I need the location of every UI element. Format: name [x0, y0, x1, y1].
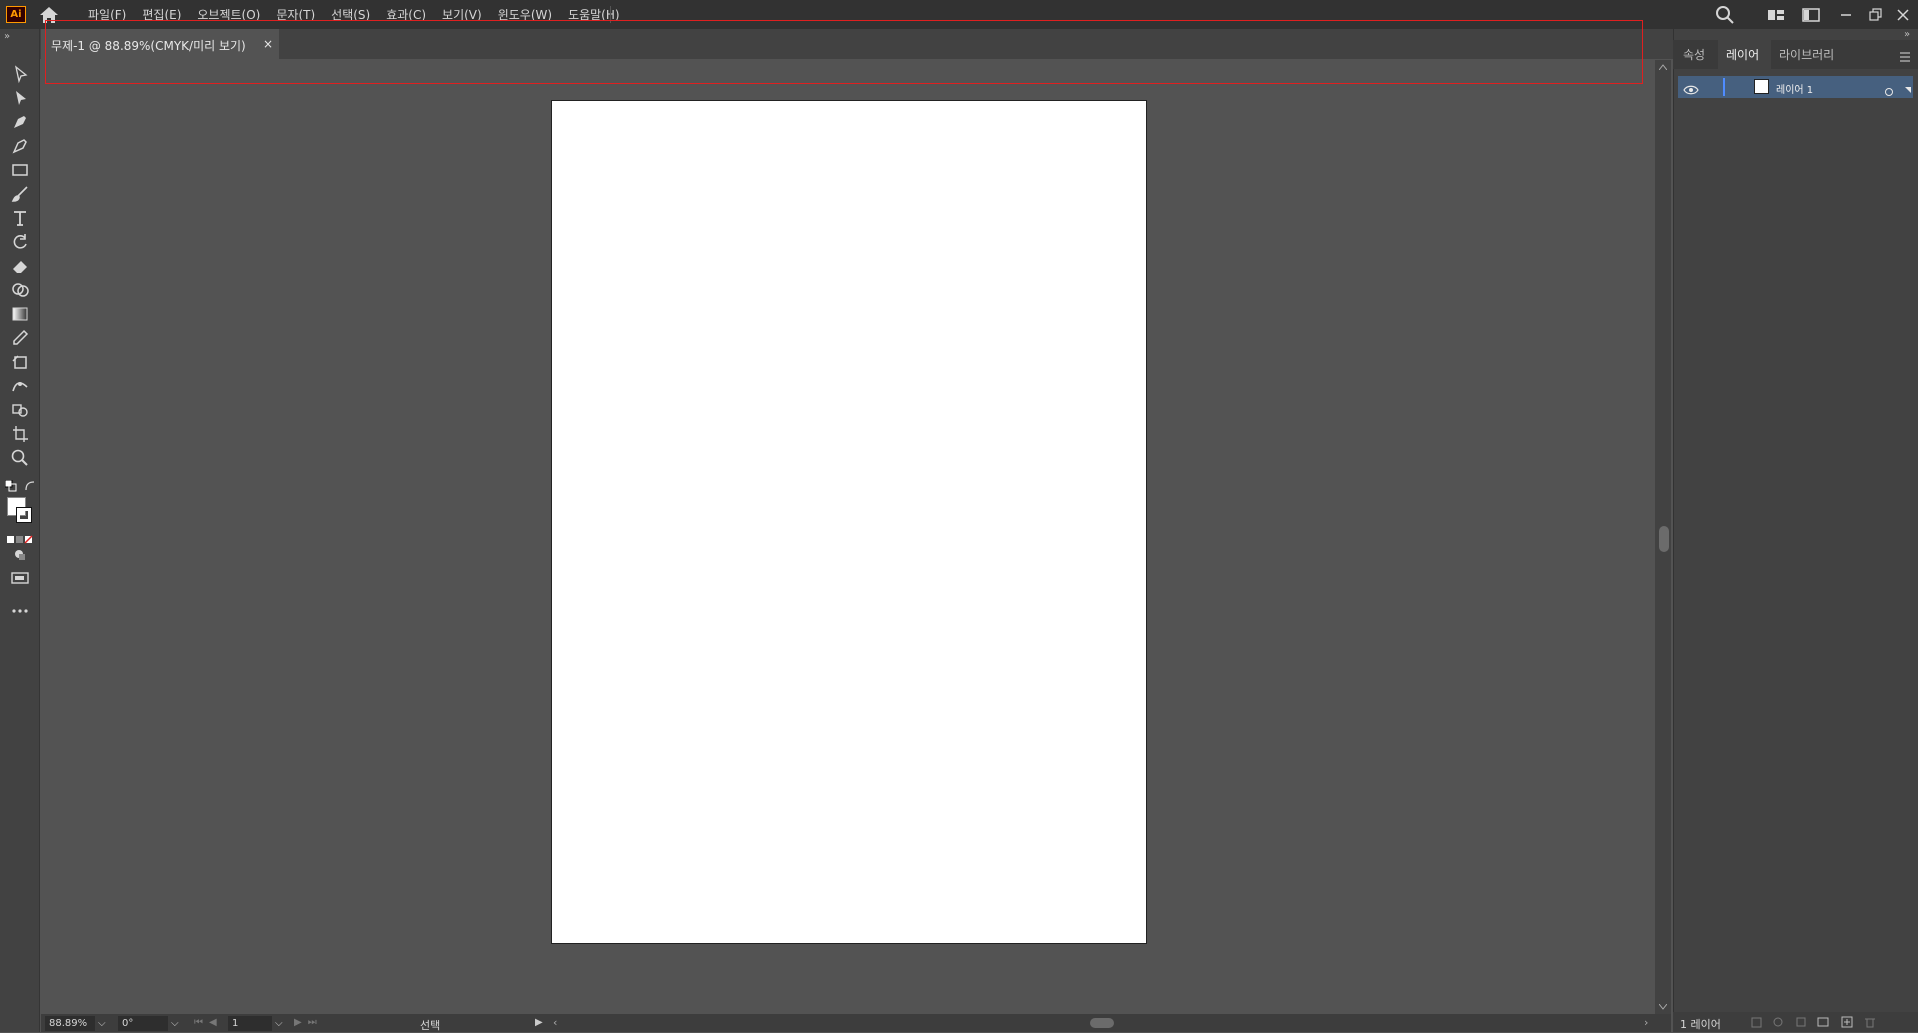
zoom-tool-icon[interactable]	[9, 447, 31, 469]
vertical-scroll-thumb[interactable]	[1659, 526, 1669, 552]
new-sublayer-icon[interactable]	[1817, 1017, 1829, 1027]
layer-footer-buttons	[1750, 1014, 1900, 1028]
selected-corner-indicator	[1905, 78, 1911, 93]
color-mode-icons[interactable]	[6, 530, 36, 544]
eyedropper-tool-icon[interactable]	[9, 327, 31, 349]
curvature-tool-icon[interactable]	[9, 135, 31, 157]
collapse-toolbar-icon[interactable]: »	[4, 31, 10, 42]
draw-mode-icon[interactable]	[9, 544, 31, 566]
visibility-eye-icon[interactable]	[1683, 81, 1699, 95]
layers-panel	[1673, 29, 1918, 1032]
status-bar	[41, 1014, 1671, 1032]
artboard[interactable]	[551, 100, 1147, 944]
selection-tool-icon[interactable]	[9, 63, 31, 85]
artboard-nav-next-icons[interactable]: ▶⏭	[294, 1017, 323, 1028]
layer-color-indicator	[1723, 78, 1725, 96]
more-tools-icon[interactable]	[9, 600, 31, 622]
restore-icon[interactable]	[1864, 4, 1886, 26]
stroke-color-swatch[interactable]	[16, 507, 32, 523]
artboard-nav-prev-icons[interactable]: ⏮◀	[194, 1017, 223, 1028]
scroll-down-icon[interactable]	[1659, 1004, 1667, 1010]
hscroll-left-icon[interactable]: ‹	[553, 1016, 557, 1029]
search-icon[interactable]	[1714, 4, 1736, 26]
artboard-tool-icon[interactable]	[9, 423, 31, 445]
locate-object-icon[interactable]	[1773, 1017, 1783, 1027]
gradient-tool-icon[interactable]	[9, 303, 31, 325]
new-layer-icon[interactable]	[1841, 1016, 1853, 1028]
swap-fill-stroke-icon[interactable]	[24, 477, 36, 491]
layer-count: 1 레이어	[1680, 1018, 1721, 1031]
highlight-box	[45, 20, 1643, 84]
tab-layers[interactable]: 레이어	[1726, 46, 1759, 63]
target-circle-icon[interactable]	[1884, 82, 1894, 96]
artboard-number-field[interactable]: 1	[228, 1016, 272, 1031]
minimize-icon[interactable]	[1835, 4, 1857, 26]
symbol-sprayer-tool-icon[interactable]	[9, 399, 31, 421]
type-tool-icon[interactable]	[9, 207, 31, 229]
workspace-icon[interactable]	[1800, 4, 1822, 26]
panel-menu-icon[interactable]	[1899, 48, 1911, 62]
rotation-dropdown-icon[interactable]: ⌵	[171, 1018, 179, 1029]
pen-tool-icon[interactable]	[9, 111, 31, 133]
paintbrush-tool-icon[interactable]	[9, 183, 31, 205]
horizontal-scroll-thumb[interactable]	[1090, 1018, 1114, 1028]
clipping-mask-icon[interactable]	[1796, 1017, 1806, 1027]
eraser-tool-icon[interactable]	[9, 255, 31, 277]
delete-layer-icon[interactable]	[1865, 1018, 1875, 1028]
current-tool-label: 선택	[420, 1019, 441, 1032]
zoom-dropdown-icon[interactable]: ⌵	[98, 1018, 106, 1029]
hscroll-right-icon[interactable]: ›	[1644, 1016, 1648, 1029]
direct-selection-tool-icon[interactable]	[9, 87, 31, 109]
artboard-dropdown-icon[interactable]: ⌵	[275, 1018, 283, 1029]
puppet-warp-tool-icon[interactable]	[9, 375, 31, 397]
close-icon[interactable]	[1892, 4, 1914, 26]
tab-properties[interactable]: 속성	[1683, 46, 1705, 63]
app-logo: Ai	[6, 6, 26, 23]
zoom-level-field[interactable]: 88.89%	[45, 1016, 95, 1031]
export-icon[interactable]	[1751, 1017, 1762, 1028]
rotate-tool-icon[interactable]	[9, 231, 31, 253]
scroll-up-icon[interactable]	[1659, 64, 1667, 70]
arrange-documents-icon[interactable]	[1765, 4, 1787, 26]
layer-name[interactable]: 레이어 1	[1776, 81, 1813, 96]
tab-libraries[interactable]: 라이브러리	[1779, 46, 1834, 63]
rotation-field[interactable]: 0°	[118, 1016, 168, 1031]
layer-thumbnail	[1754, 79, 1769, 94]
shape-builder-tool-icon[interactable]	[9, 279, 31, 301]
live-paint-bucket-tool-icon[interactable]	[9, 351, 31, 373]
default-fill-stroke-icon[interactable]	[4, 477, 17, 492]
collapse-panel-icon[interactable]: »	[1904, 29, 1910, 40]
rectangle-tool-icon[interactable]	[9, 159, 31, 181]
status-menu-arrow-icon[interactable]: ▶	[535, 1017, 543, 1028]
screen-mode-icon[interactable]	[9, 567, 31, 589]
